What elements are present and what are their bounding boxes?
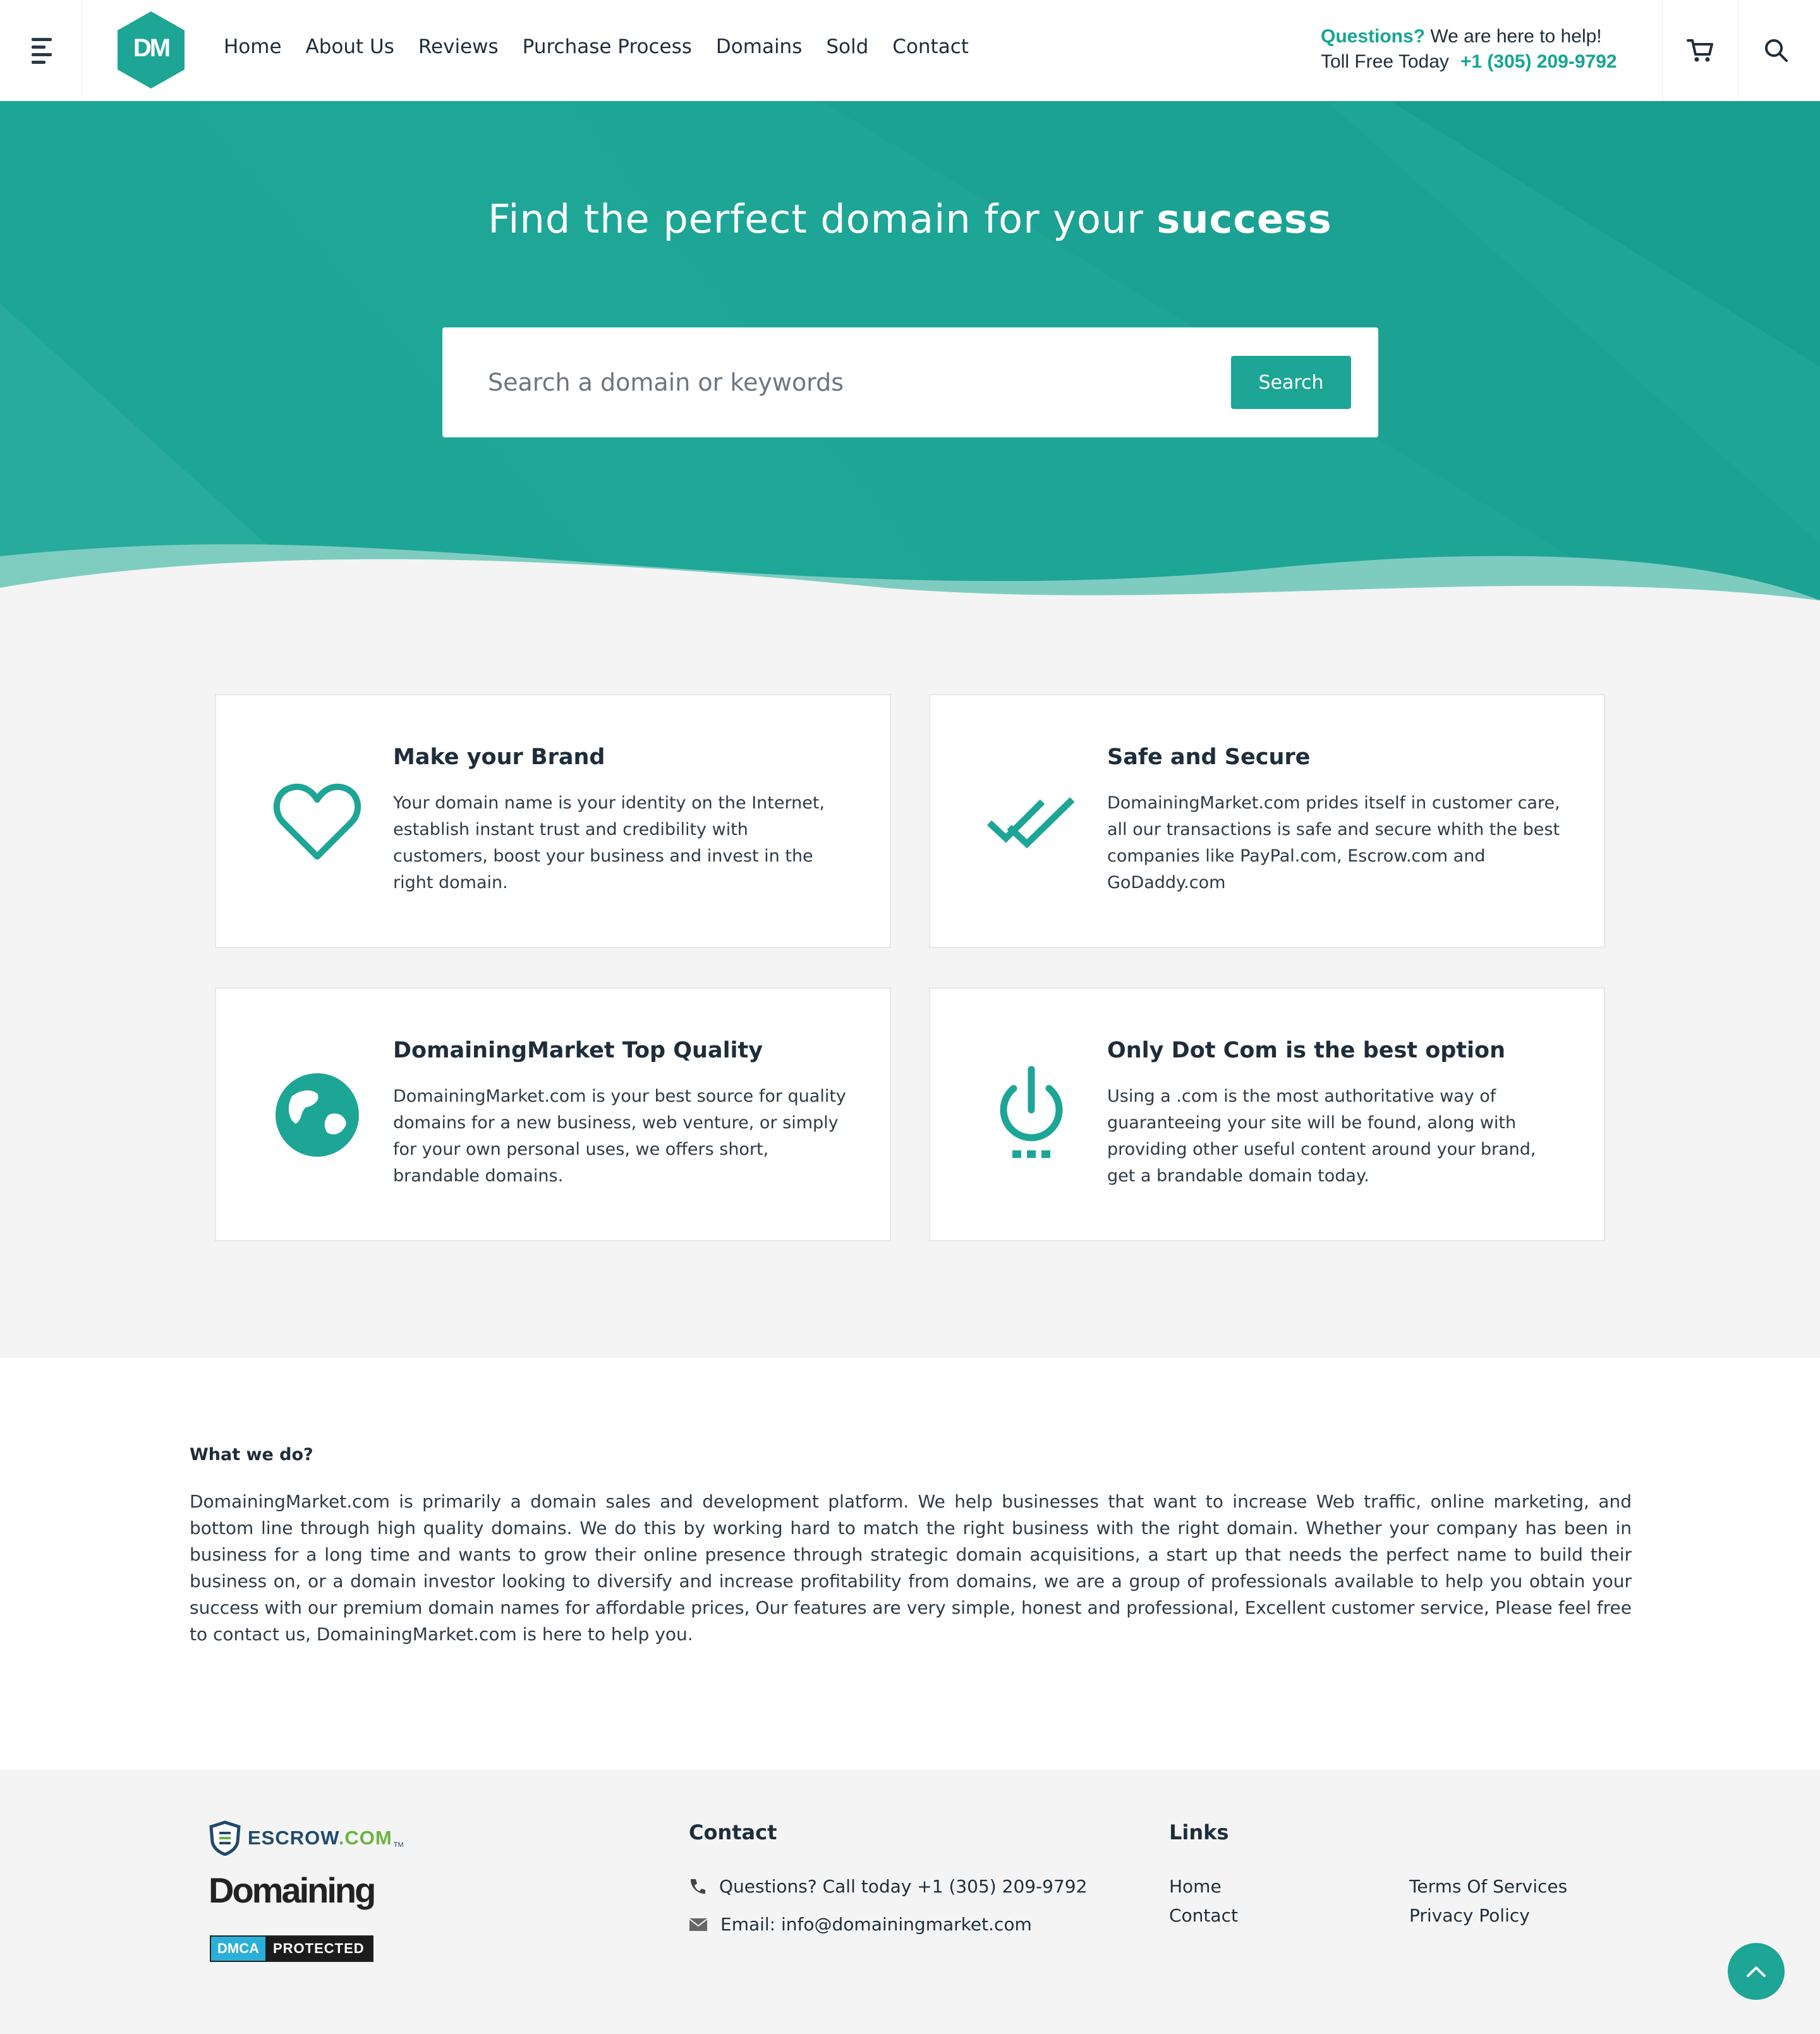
feature-text: Your domain name is your identity on the… bbox=[393, 793, 825, 892]
globe-icon bbox=[273, 1071, 361, 1159]
footer-email-text: Email: info@domainingmarket.com bbox=[720, 1914, 1032, 1935]
feature-title: Safe and Secure bbox=[1107, 745, 1311, 770]
help-text: We are here to help! bbox=[1430, 26, 1602, 47]
cart-button[interactable] bbox=[1662, 0, 1738, 101]
phone-icon bbox=[690, 1879, 705, 1894]
nav-sold[interactable]: Sold bbox=[826, 35, 868, 58]
nav-domains[interactable]: Domains bbox=[716, 35, 802, 58]
footer-email[interactable]: Email: info@domainingmarket.com bbox=[689, 1914, 1032, 1935]
cart-icon bbox=[1686, 39, 1713, 62]
power-icon bbox=[987, 1066, 1076, 1159]
hero-title: Find the perfect domain for your success bbox=[488, 196, 1332, 242]
about-heading: What we do? bbox=[190, 1445, 313, 1465]
nav-home[interactable]: Home bbox=[224, 35, 282, 58]
nav-contact[interactable]: Contact bbox=[892, 35, 969, 58]
domain-search-box: Search bbox=[442, 327, 1378, 437]
domain-search-input[interactable] bbox=[488, 360, 1183, 405]
feature-text: Using a .com is the most authoritative w… bbox=[1107, 1087, 1536, 1186]
footer-phone-text: Questions? Call today +1 (305) 209-9792 bbox=[719, 1876, 1088, 1897]
feature-title: Make your Brand bbox=[393, 745, 605, 770]
site-header: DM Home About Us Reviews Purchase Proces… bbox=[0, 0, 1820, 101]
search-icon bbox=[1764, 39, 1788, 62]
dmca-badge[interactable]: DMCA PROTECTED bbox=[210, 1935, 373, 1962]
feature-text: DomainingMarket.com is your best source … bbox=[393, 1087, 846, 1186]
footer-contact-title: Contact bbox=[689, 1820, 777, 1844]
hero-section: Find the perfect domain for your success… bbox=[0, 101, 1820, 600]
chevron-up-icon bbox=[1747, 1966, 1766, 1977]
menu-icon[interactable] bbox=[0, 0, 82, 101]
feature-card: Safe and Secure DomainingMarket.com prid… bbox=[929, 694, 1605, 948]
escrow-tm: TM bbox=[393, 1841, 404, 1849]
heart-icon bbox=[273, 777, 361, 866]
escrow-badge[interactable]: ESCROW.COM TM bbox=[209, 1820, 404, 1856]
escrow-text: ESCROW bbox=[248, 1827, 339, 1849]
site-logo[interactable]: DM bbox=[116, 11, 186, 88]
dmca-protected-label: PROTECTED bbox=[265, 1937, 372, 1961]
footer-phone[interactable]: Questions? Call today +1 (305) 209-9792 bbox=[689, 1876, 1087, 1897]
shield-icon bbox=[209, 1820, 241, 1856]
dmca-label: DMCA bbox=[211, 1937, 265, 1961]
feature-text: DomainingMarket.com prides itself in cus… bbox=[1107, 793, 1560, 892]
nav-reviews[interactable]: Reviews bbox=[418, 35, 499, 58]
footer-link-terms[interactable]: Terms Of Services bbox=[1409, 1876, 1567, 1897]
feature-title: DomainingMarket Top Quality bbox=[393, 1038, 763, 1063]
nav-about-us[interactable]: About Us bbox=[306, 35, 394, 58]
nav-purchase-process[interactable]: Purchase Process bbox=[523, 35, 692, 58]
toll-free-label: Toll Free Today bbox=[1321, 51, 1449, 72]
main-nav: Home About Us Reviews Purchase Process D… bbox=[224, 35, 969, 58]
header-search-button[interactable] bbox=[1738, 0, 1814, 101]
feature-card: DomainingMarket Top Quality DomainingMar… bbox=[215, 987, 891, 1241]
search-button[interactable]: Search bbox=[1231, 356, 1351, 409]
footer-link-privacy[interactable]: Privacy Policy bbox=[1409, 1905, 1530, 1926]
footer-link-contact[interactable]: Contact bbox=[1169, 1905, 1238, 1926]
feature-title: Only Dot Com is the best option bbox=[1107, 1038, 1505, 1063]
help-question: Questions? bbox=[1321, 26, 1426, 47]
feature-card: Only Dot Com is the best option Using a … bbox=[929, 987, 1605, 1241]
site-footer: ESCROW.COM TM Domaining DMCA PROTECTED C… bbox=[0, 1770, 1820, 2034]
about-section: What we do? DomainingMarket.com is prima… bbox=[0, 1358, 1820, 1770]
back-to-top-button[interactable] bbox=[1728, 1943, 1785, 2000]
header-phone-link[interactable]: +1 (305) 209-9792 bbox=[1460, 51, 1617, 72]
logo-text: DM bbox=[133, 34, 171, 62]
features-section: Make your Brand Your domain name is your… bbox=[0, 600, 1820, 1358]
footer-link-home[interactable]: Home bbox=[1169, 1876, 1222, 1897]
domaining-logo[interactable]: Domaining bbox=[209, 1870, 376, 1911]
about-text: DomainingMarket.com is primarily a domai… bbox=[190, 1491, 1632, 1645]
escrow-com-text: .COM bbox=[338, 1827, 392, 1849]
envelope-icon bbox=[689, 1918, 708, 1931]
double-check-icon bbox=[987, 777, 1076, 866]
footer-links-title: Links bbox=[1169, 1820, 1229, 1844]
help-info: Questions? We are here to help! Toll Fre… bbox=[1321, 24, 1617, 75]
feature-card: Make your Brand Your domain name is your… bbox=[215, 694, 891, 948]
